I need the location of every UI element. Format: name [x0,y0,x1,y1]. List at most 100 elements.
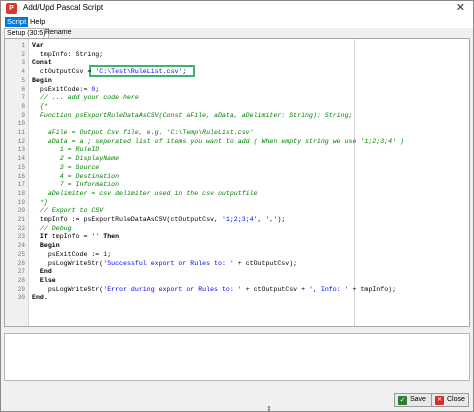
menu-script[interactable]: Script [5,17,29,27]
code-line: Begin [32,77,52,86]
code-line: psLogWriteStr('Error during export or Ru… [32,286,396,295]
line-number: 19 [17,198,25,206]
code-token: Else [32,276,56,284]
line-number: 7 [21,94,25,102]
code-token: // ... add your code here [32,94,139,102]
code-line: Begin [32,242,60,251]
code-token: 'C:\Test\RuleList.csv' [95,68,183,76]
save-button-label: Save [410,396,426,403]
code-token: aDelimiter = csv delimiter used in the c… [32,189,258,197]
code-token: ; [107,250,112,258]
title-bar: P Add/Upd Pascal Script ✕ [1,1,473,16]
line-number: 11 [17,129,25,136]
line-number: 28 [17,276,25,284]
code-line: psExitCode:= 0; [32,86,99,95]
line-number: 5 [21,76,25,84]
code-token: tmpInfo := psExportRuleDataAsCSV(ctOutpu… [32,216,222,223]
code-line: tmpInfo: String; [32,51,103,60]
code-token: Then [103,233,120,241]
line-number: 14 [17,155,25,163]
line-number: 18 [17,189,25,197]
code-token: aData = a ; seperated list of items you … [32,137,404,145]
line-number: 12 [17,137,25,145]
line-number: 9 [21,111,25,119]
app-icon: P [6,3,17,14]
code-line: // Debug [32,225,72,234]
line-number-gutter: 1 2 3 4 5 6 7 8 9 10 11 12 13 14 15 16 17 18 19 20 21 22 23 24 2… [5,39,29,326]
line-number: 17 [17,181,25,189]
right-margin-line [354,39,355,326]
code-line: aDelimiter = csv delimiter used in the c… [32,190,258,199]
code-token: aFile = Output Csv file, e.g. 'C:\Temp\R… [32,129,254,136]
line-number: 15 [17,163,25,171]
code-line: Function psExportRuleDataAsCSV(Const aFi… [32,112,353,121]
output-panel[interactable] [4,333,470,381]
code-token: '1;2;3;4' [221,216,258,223]
line-number: 27 [17,268,25,276]
code-editor[interactable]: 1 2 3 4 5 6 7 8 9 10 11 12 13 14 15 16 17 18 19 20 21 22 23 24 2… [4,38,470,327]
checkmark-icon: ✓ [398,396,407,405]
code-token: Begin [32,242,60,250]
code-line: End. [32,294,48,303]
code-line: Const [32,59,52,68]
code-token: ; [95,85,100,93]
code-line: 7 = Information [32,181,119,190]
code-token: Begin [32,76,52,84]
code-token: + ctOutputCsv + [241,285,310,293]
code-line: 1 = RuleID [32,146,100,155]
line-number: 23 [17,233,25,241]
code-token: 2 = DisplayName [32,155,120,163]
code-token: Var [32,42,44,49]
code-token: ); [277,216,286,223]
line-number: 30 [17,294,25,302]
code-token: psLogWriteStr( [32,259,104,267]
line-number: 16 [17,172,25,180]
window-close-icon[interactable]: ✕ [456,2,465,14]
code-token: // Debug [32,224,72,232]
line-number: 13 [17,146,25,154]
save-button[interactable]: ✓ Save [394,393,432,407]
code-token: + tmpInfo); [348,285,397,293]
line-number: 8 [21,102,25,110]
code-token: 3 = Source [32,163,100,171]
code-token: *} [32,198,48,206]
code-line: *} [32,199,48,208]
code-line: 2 = DisplayName [32,155,119,164]
code-token: ; [182,68,187,76]
code-line: Var [32,42,44,51]
code-token: tmpInfo: String; [32,50,104,58]
code-line: If tmpInfo = '' Then [32,233,119,242]
close-button-label: Close [447,396,465,403]
line-number: 24 [17,242,25,250]
code-line: // Export to CSV [32,207,103,216]
line-number: 4 [21,68,25,76]
code-line: psLogWriteStr('Successful export or Rule… [32,260,297,269]
tab-rename[interactable]: Rename [43,28,73,38]
window-title: Add/Upd Pascal Script [23,3,104,12]
line-number: 22 [17,224,25,232]
code-token: End. [32,294,48,302]
code-token: 1 = RuleID [32,146,100,154]
code-token: {* [32,102,48,110]
code-token: ', Info: ' [309,285,349,293]
code-line: aData = a ; seperated list of items you … [32,138,404,147]
code-token: + ctOutputCsv); [233,259,298,267]
menu-bar: Script Help [1,16,473,28]
resize-grip-icon[interactable]: ⇕ [266,405,272,412]
line-number: 25 [17,250,25,258]
close-button[interactable]: ✕ Close [431,393,469,407]
code-token: tmpInfo = [47,233,92,241]
code-line: aFile = Output Csv file, e.g. 'C:\Temp\R… [32,129,254,138]
code-token: End [32,268,52,276]
code-line: // ... add your code here [32,94,139,103]
code-line: 3 = Source [32,163,100,173]
code-token: psExitCode := [32,250,104,258]
menu-help[interactable]: Help [28,17,47,27]
code-line: 4 = Destination [32,173,119,182]
line-number: 1 [21,42,25,49]
code-line: ctOutputCsv = 'C:\Test\RuleList.csv'; [32,68,186,77]
tab-setup[interactable]: Setup (30:5) [4,28,49,38]
code-token: psLogWriteStr( [32,285,104,293]
line-number: 2 [21,50,25,58]
code-token: If [32,233,48,241]
